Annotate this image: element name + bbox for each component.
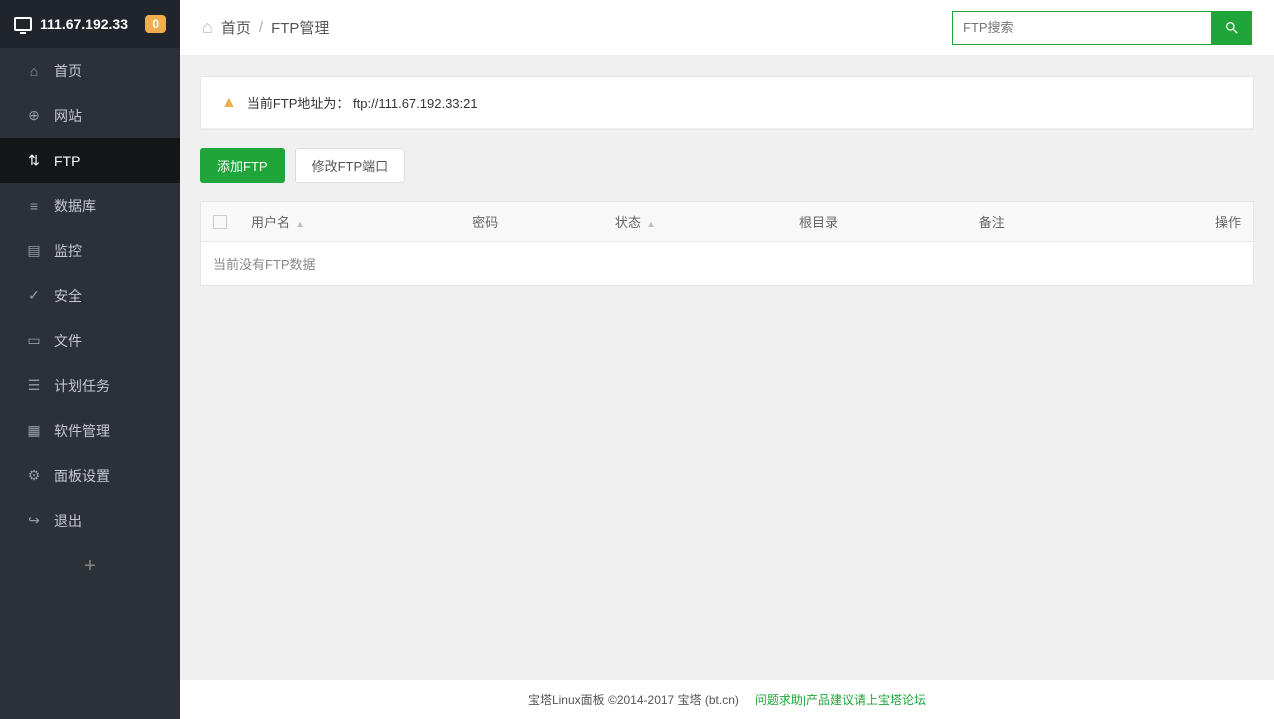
shield-icon: ✓ [26, 287, 42, 304]
search-container [952, 11, 1252, 45]
col-user[interactable]: 用户名 ▲ [239, 202, 460, 242]
gear-icon: ⚙ [26, 467, 42, 484]
logout-icon: ↪ [26, 512, 42, 529]
col-action: 操作 [1109, 202, 1253, 242]
footer: 宝塔Linux面板 ©2014-2017 宝塔 (bt.cn) 问题求助|产品建… [180, 679, 1274, 719]
sidebar-add-button[interactable]: + [0, 543, 180, 590]
sidebar-item-label: 退出 [54, 511, 82, 531]
search-icon [1224, 20, 1240, 36]
alert-panel: ▲ 当前FTP地址为： ftp://111.67.192.33:21 [200, 76, 1254, 130]
sidebar-item-settings[interactable]: ⚙ 面板设置 [0, 453, 180, 498]
breadcrumb-separator: / [259, 19, 263, 36]
sidebar-item-label: 安全 [54, 286, 82, 306]
server-ip: 111.67.192.33 [40, 16, 145, 32]
add-ftp-button[interactable]: 添加FTP [200, 148, 285, 183]
empty-message: 当前没有FTP数据 [201, 242, 1254, 286]
sidebar-item-logout[interactable]: ↪ 退出 [0, 498, 180, 543]
globe-icon: ⊕ [26, 107, 42, 124]
modify-port-button[interactable]: 修改FTP端口 [295, 148, 406, 183]
topbar: ⌂ 首页 / FTP管理 [180, 0, 1274, 56]
grid-icon: ▦ [26, 422, 42, 439]
sidebar-item-label: 网站 [54, 106, 82, 126]
sidebar-item-monitor[interactable]: ▤ 监控 [0, 228, 180, 273]
sidebar-item-website[interactable]: ⊕ 网站 [0, 93, 180, 138]
sort-icon: ▲ [296, 219, 305, 229]
monitor-icon [14, 17, 32, 31]
sidebar-item-label: 数据库 [54, 196, 96, 216]
breadcrumb: ⌂ 首页 / FTP管理 [202, 17, 329, 38]
sidebar-item-label: FTP [54, 153, 80, 169]
content: ▲ 当前FTP地址为： ftp://111.67.192.33:21 添加FTP… [180, 56, 1274, 679]
sidebar-item-label: 计划任务 [54, 376, 110, 396]
notification-badge[interactable]: 0 [145, 15, 166, 33]
sort-icon: ▲ [647, 219, 656, 229]
sidebar-item-cron[interactable]: ☰ 计划任务 [0, 363, 180, 408]
sidebar-item-files[interactable]: ▭ 文件 [0, 318, 180, 363]
main-area: ⌂ 首页 / FTP管理 ▲ 当前FTP地址为： ftp://111.67.19… [180, 0, 1274, 719]
sidebar-item-database[interactable]: ≡ 数据库 [0, 183, 180, 228]
home-icon: ⌂ [26, 63, 42, 79]
sidebar-item-ftp[interactable]: ⇅ FTP [0, 138, 180, 183]
sidebar: 111.67.192.33 0 ⌂ 首页 ⊕ 网站 ⇅ FTP ≡ 数据库 ▤ 监控 ✓ 安… [0, 0, 180, 719]
select-all-checkbox[interactable] [213, 215, 227, 229]
alert-text: 当前FTP地址为： ftp://111.67.192.33:21 [247, 93, 478, 112]
col-root: 根目录 [787, 202, 967, 242]
copyright: 宝塔Linux面板 ©2014-2017 宝塔 (bt.cn) [528, 691, 739, 708]
footer-link[interactable]: 问题求助|产品建议请上宝塔论坛 [755, 691, 926, 708]
alert-url: ftp://111.67.192.33:21 [353, 96, 478, 111]
breadcrumb-home[interactable]: 首页 [221, 17, 251, 38]
sidebar-menu: ⌂ 首页 ⊕ 网站 ⇅ FTP ≡ 数据库 ▤ 监控 ✓ 安全 ▭ 文件 ☰ 计划任务 ▦ 软件管… [0, 48, 180, 543]
warning-icon: ▲ [221, 94, 237, 112]
ftp-table: 用户名 ▲ 密码 状态 ▲ 根目录 备注 操作 当前没有FTP数据 [200, 201, 1254, 286]
database-icon: ≡ [26, 198, 42, 214]
sidebar-item-label: 文件 [54, 331, 82, 351]
sidebar-item-label: 首页 [54, 61, 82, 81]
search-input[interactable] [952, 11, 1212, 45]
alert-prefix: 当前FTP地址为： [247, 96, 350, 111]
calendar-icon: ☰ [26, 377, 42, 394]
col-pass: 密码 [460, 202, 603, 242]
ftp-icon: ⇅ [26, 152, 42, 169]
sidebar-item-label: 面板设置 [54, 466, 110, 486]
col-note: 备注 [967, 202, 1110, 242]
chart-icon: ▤ [26, 242, 42, 259]
sidebar-item-security[interactable]: ✓ 安全 [0, 273, 180, 318]
button-row: 添加FTP 修改FTP端口 [200, 130, 1254, 201]
col-status[interactable]: 状态 ▲ [603, 202, 787, 242]
sidebar-item-label: 监控 [54, 241, 82, 261]
folder-icon: ▭ [26, 332, 42, 349]
sidebar-item-label: 软件管理 [54, 421, 110, 441]
sidebar-header: 111.67.192.33 0 [0, 0, 180, 48]
table-empty-row: 当前没有FTP数据 [201, 242, 1254, 286]
ftp-address-alert: ▲ 当前FTP地址为： ftp://111.67.192.33:21 [201, 77, 1253, 129]
sidebar-item-home[interactable]: ⌂ 首页 [0, 48, 180, 93]
search-button[interactable] [1212, 11, 1252, 45]
breadcrumb-current: FTP管理 [271, 17, 329, 38]
home-icon: ⌂ [202, 17, 213, 38]
sidebar-item-software[interactable]: ▦ 软件管理 [0, 408, 180, 453]
